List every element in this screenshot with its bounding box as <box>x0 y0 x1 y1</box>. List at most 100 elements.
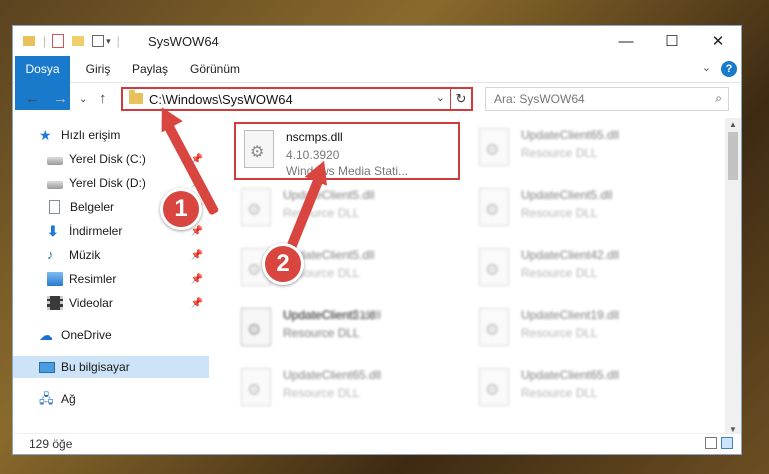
file-item[interactable]: UpdateClient65.dll Resource DLL <box>471 362 691 416</box>
file-item[interactable]: UpdateClient19.dll Resource DLL <box>471 302 691 356</box>
dll-file-icon <box>479 248 509 286</box>
dll-file-icon <box>241 308 271 346</box>
file-name: UpdateClient65.dll <box>521 368 620 382</box>
file-name: UpdateClient42.dll <box>521 248 620 262</box>
help-icon[interactable]: ? <box>721 61 737 77</box>
sidebar-item-this-pc[interactable]: Bu bilgisayar <box>13 356 209 378</box>
pin-icon: 📌 <box>190 297 203 309</box>
expand-ribbon-icon[interactable]: ⌄ <box>702 61 711 74</box>
file-item[interactable]: UpdateClient65.dll Resource DLL <box>471 122 691 176</box>
address-dropdown-icon[interactable]: ⌄ <box>436 91 445 104</box>
maximize-button[interactable]: ☐ <box>649 26 695 56</box>
sidebar-item-label: Hızlı erişim <box>61 128 121 142</box>
sidebar-item-onedrive[interactable]: ☁ OneDrive <box>13 324 209 346</box>
item-count: 129 öğe <box>29 437 73 451</box>
sidebar-item-label: Belgeler <box>70 200 115 214</box>
sidebar-item-label: İndirmeler <box>69 224 123 238</box>
file-item[interactable]: UpdateClient65.dll Resource DLL <box>233 362 453 416</box>
explorer-window: | ▾ | SysWOW64 — ☐ ✕ Dosya Giriş Paylaş … <box>12 25 742 455</box>
file-item[interactable]: UpdateClient5.dll Resource DLL <box>233 182 453 236</box>
separator-icon: | <box>43 34 47 48</box>
dll-file-icon <box>241 368 271 406</box>
status-bar: 129 öğe <box>13 433 741 454</box>
file-description: Resource DLL <box>521 326 598 340</box>
callout-badge-2: 2 <box>262 243 304 285</box>
sidebar-item-network[interactable]: 🖧 Ağ <box>13 388 209 410</box>
file-item[interactable]: UpdateClient42.dll Resource DLL <box>471 242 691 296</box>
drive-icon <box>47 180 63 189</box>
folder-icon <box>23 36 35 46</box>
sidebar-item-videos[interactable]: Videolar 📌 <box>13 292 209 314</box>
sidebar-item-pictures[interactable]: Resimler 📌 <box>13 268 209 290</box>
tiles-view-icon[interactable] <box>721 437 733 449</box>
forward-icon[interactable]: → <box>53 90 68 107</box>
sidebar-item-label: Yerel Disk (C:) <box>69 152 146 166</box>
file-item-highlighted[interactable]: nscmps.dll 4.10.3920 Windows Media Stati… <box>234 122 460 180</box>
cloud-icon: ☁ <box>39 327 53 343</box>
vertical-scrollbar[interactable]: ▲ ▼ <box>725 118 741 436</box>
separator-icon: | <box>116 34 120 48</box>
dll-file-icon <box>479 308 509 346</box>
search-input[interactable]: Ara: SysWOW64 ⌕ <box>485 87 729 111</box>
file-name: UpdateClient65.dll <box>283 368 382 382</box>
dll-file-icon <box>244 130 274 168</box>
ribbon-tabs: Dosya Giriş Paylaş Görünüm ⌄ ? <box>13 56 741 110</box>
sidebar-item-label: OneDrive <box>61 328 112 342</box>
sidebar-item-label: Ağ <box>61 392 76 406</box>
file-description: Resource DLL <box>283 206 360 220</box>
scrollbar-thumb[interactable] <box>728 132 738 180</box>
videos-icon <box>47 296 63 310</box>
download-icon: ⬇ <box>47 223 59 239</box>
file-description: Resource DLL <box>521 206 598 220</box>
sidebar-item-music[interactable]: ♪ Müzik 📌 <box>13 244 209 266</box>
view-switcher <box>705 437 733 449</box>
recent-locations-icon[interactable]: ⌄ <box>79 94 87 105</box>
chevron-down-icon[interactable]: ▾ <box>106 36 111 47</box>
quick-access-toolbar: | ▾ | <box>23 33 120 49</box>
pin-icon: 📌 <box>190 249 203 261</box>
drive-icon <box>47 156 63 165</box>
window-title: SysWOW64 <box>148 34 219 49</box>
file-item[interactable]: UpdateClient5.dll Resource DLL <box>471 182 691 236</box>
sidebar-item-label: Yerel Disk (D:) <box>69 176 146 190</box>
details-view-icon[interactable] <box>705 437 717 449</box>
up-icon[interactable]: ↑ <box>99 90 107 107</box>
folder-icon <box>129 90 143 104</box>
tab-view[interactable]: Görünüm <box>185 56 245 82</box>
file-description: Resource DLL <box>283 386 360 400</box>
minimize-button[interactable]: — <box>603 26 649 56</box>
dll-file-icon <box>241 188 271 226</box>
navigation-bar: ← → ⌄ ↑ C:\Windows\SysWOW64 ⌄ ↻ Ara: Sys… <box>13 82 741 116</box>
new-folder-icon[interactable] <box>72 36 85 46</box>
back-icon[interactable]: ← <box>25 90 40 107</box>
search-icon[interactable]: ⌕ <box>715 91 722 106</box>
computer-icon <box>39 361 55 373</box>
file-description: Resource DLL <box>521 386 598 400</box>
pictures-icon <box>47 272 63 286</box>
dll-file-icon <box>479 188 509 226</box>
pin-icon: 📌 <box>190 225 203 237</box>
file-name: UpdateClient19.dll <box>521 308 620 322</box>
file-name: nscmps.dll <box>286 130 343 144</box>
close-button[interactable]: ✕ <box>695 26 741 56</box>
navigation-pane: ★ Hızlı erişim Yerel Disk (C:) 📌 Yerel D… <box>13 118 209 436</box>
pin-icon: 📌 <box>190 273 203 285</box>
customize-toolbar-icon[interactable] <box>92 35 105 47</box>
network-icon: 🖧 <box>39 391 54 406</box>
scroll-up-icon[interactable]: ▲ <box>729 120 737 129</box>
file-description: Resource DLL <box>283 326 360 340</box>
file-description: Resource DLL <box>521 266 598 280</box>
properties-icon[interactable] <box>52 34 65 48</box>
search-placeholder: Ara: SysWOW64 <box>494 92 585 106</box>
tab-home[interactable]: Giriş <box>78 56 118 82</box>
file-description: Resource DLL <box>521 146 598 160</box>
star-icon: ★ <box>39 127 52 143</box>
file-item[interactable]: UpdateClient21.dll Resource DLL <box>233 302 453 356</box>
tab-share[interactable]: Paylaş <box>127 56 173 82</box>
sidebar-item-label: Müzik <box>69 248 101 262</box>
sidebar-item-label: Videolar <box>69 296 113 310</box>
file-name: UpdateClient5.dll <box>283 188 375 202</box>
music-icon: ♪ <box>47 247 54 262</box>
dll-file-icon <box>479 368 509 406</box>
refresh-icon[interactable]: ↻ <box>450 89 471 109</box>
